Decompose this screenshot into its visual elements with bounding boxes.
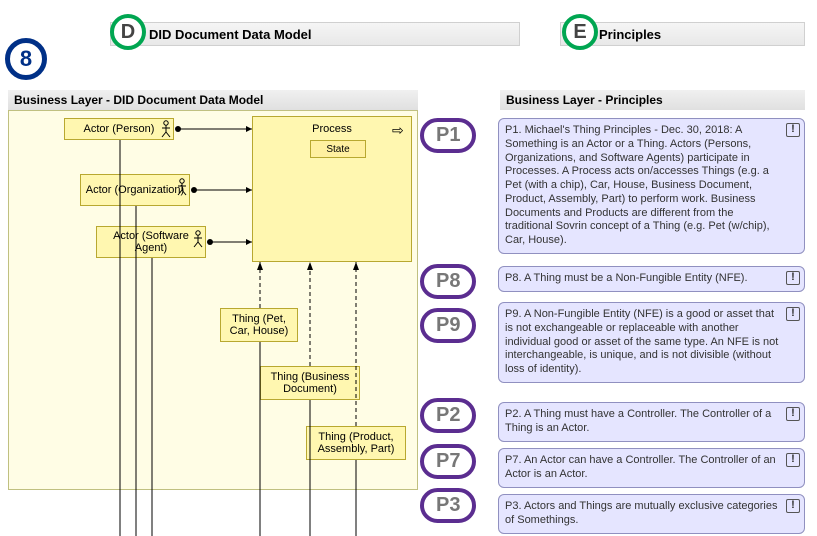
callout-badge-E: E (562, 14, 598, 50)
node-actor-organization[interactable]: Actor (Organization) (80, 174, 190, 206)
principle-text: P8. A Thing must be a Non-Fungible Entit… (505, 272, 748, 284)
note-icon: ! (786, 453, 800, 467)
actor-icon (176, 178, 188, 196)
principle-box-p1[interactable]: P1. Michael's Thing Principles - Dec. 30… (498, 118, 805, 254)
callout-badge-P8: P8 (420, 264, 476, 299)
callout-badge-P7: P7 (420, 444, 476, 479)
principle-box-p9[interactable]: P9. A Non-Fungible Entity (NFE) is a goo… (498, 302, 805, 383)
callout-badge-P1: P1 (420, 118, 476, 153)
subsection-header-right: Business Layer - Principles (500, 90, 805, 110)
note-icon: ! (786, 407, 800, 421)
note-icon: ! (786, 271, 800, 285)
principle-text: P2. A Thing must have a Controller. The … (505, 408, 771, 434)
section-header-left: DID Document Data Model (110, 22, 520, 46)
node-thing-pet-car-house[interactable]: Thing (Pet, Car, House) (220, 308, 298, 342)
note-icon: ! (786, 123, 800, 137)
callout-badge-P2: P2 (420, 398, 476, 433)
callout-badge-P9: P9 (420, 308, 476, 343)
principle-box-p3[interactable]: P3. Actors and Things are mutually exclu… (498, 494, 805, 534)
note-icon: ! (786, 499, 800, 513)
actor-icon (192, 230, 204, 248)
node-actor-person[interactable]: Actor (Person) (64, 118, 174, 140)
principle-text: P7. An Actor can have a Controller. The … (505, 454, 776, 480)
node-state[interactable]: State (310, 140, 366, 158)
process-label: Process (312, 123, 352, 135)
principle-box-p2[interactable]: P2. A Thing must have a Controller. The … (498, 402, 805, 442)
principle-text: P3. Actors and Things are mutually exclu… (505, 500, 778, 526)
note-icon: ! (786, 307, 800, 321)
principle-text: P9. A Non-Fungible Entity (NFE) is a goo… (505, 308, 778, 375)
node-process[interactable]: Process (252, 116, 412, 262)
node-actor-software-agent[interactable]: Actor (Software Agent) (96, 226, 206, 258)
subsection-header-left: Business Layer - DID Document Data Model (8, 90, 418, 110)
callout-badge-D: D (110, 14, 146, 50)
callout-badge-P3: P3 (420, 488, 476, 523)
principle-box-p7[interactable]: P7. An Actor can have a Controller. The … (498, 448, 805, 488)
node-thing-product-assembly-part[interactable]: Thing (Product, Assembly, Part) (306, 426, 406, 460)
process-arrow-icon: ⇨ (392, 122, 404, 139)
node-thing-business-document[interactable]: Thing (Business Document) (260, 366, 360, 400)
callout-badge-8: 8 (5, 38, 47, 80)
actor-icon (160, 120, 172, 138)
principle-text: P1. Michael's Thing Principles - Dec. 30… (505, 124, 770, 246)
principle-box-p8[interactable]: P8. A Thing must be a Non-Fungible Entit… (498, 266, 805, 292)
